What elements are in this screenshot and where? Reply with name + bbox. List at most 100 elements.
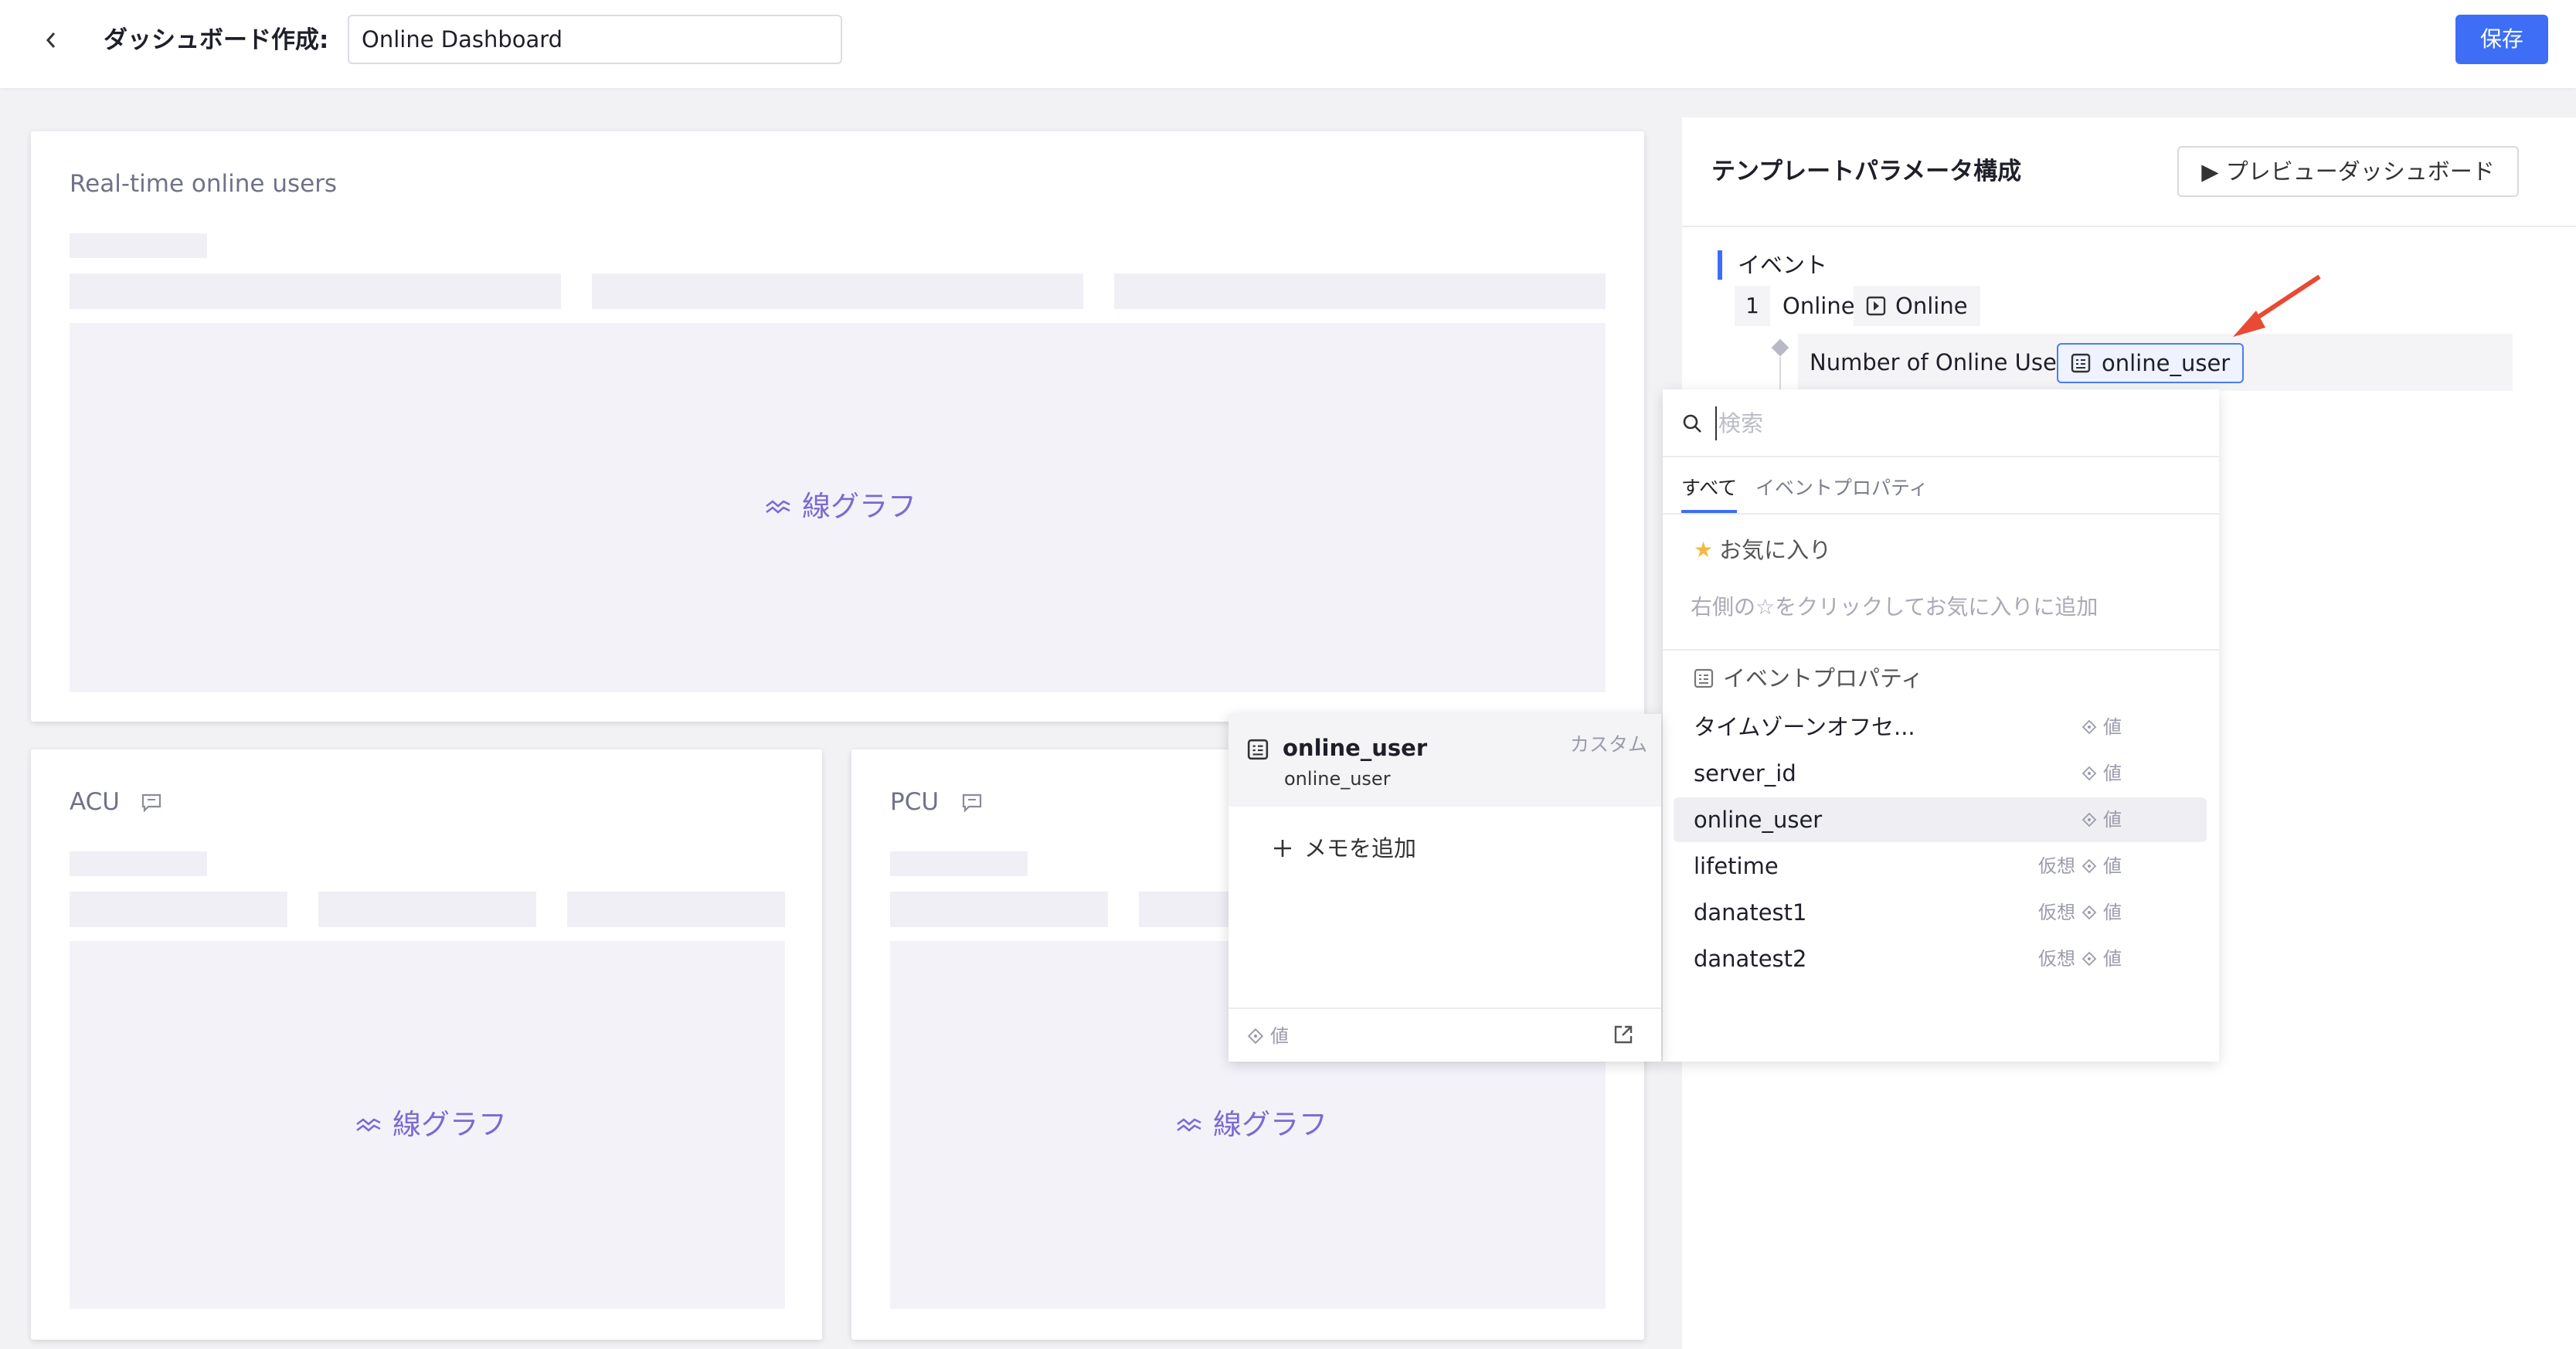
property-option[interactable]: danatest2 仮想 値 xyxy=(1674,936,2207,981)
play-icon: ▶ xyxy=(2201,158,2226,185)
property-option-tag: 仮想 xyxy=(2038,855,2075,877)
property-option-name: online_user xyxy=(1694,807,1823,833)
skeleton-bar xyxy=(890,851,1028,876)
page-title: ダッシュボード作成: xyxy=(104,26,329,54)
annotation-arrow-icon xyxy=(2233,274,2321,337)
divider xyxy=(1682,226,2576,227)
value-type: 値 xyxy=(1247,1020,1289,1052)
popover-property-name: online_user xyxy=(1283,735,1428,761)
value-type-icon xyxy=(2082,951,2097,967)
value-type: 値 xyxy=(2082,844,2122,889)
popover-footer: 値 xyxy=(1229,1008,1661,1062)
search-bar: 検索 xyxy=(1663,389,2219,457)
external-link-icon[interactable] xyxy=(1612,1023,1635,1046)
popover-badge: カスタム xyxy=(1570,733,1648,756)
line-chart-label: 線グラフ xyxy=(765,488,916,525)
value-type-icon xyxy=(2082,905,2097,920)
line-chart-icon xyxy=(1177,1118,1201,1132)
favorites-label: お気に入り xyxy=(1719,537,1832,563)
divider xyxy=(1663,513,2219,515)
tab-all[interactable]: すべて xyxy=(1681,467,1738,514)
property-option[interactable]: danatest1 仮想 値 xyxy=(1674,890,2207,935)
search-icon xyxy=(1683,414,1701,433)
property-option-tag: 仮想 xyxy=(2038,948,2075,970)
property-icon xyxy=(1694,668,1714,688)
event-tag-label: Online xyxy=(1895,293,1968,319)
star-icon: ★ xyxy=(1694,537,1714,562)
line-chart-label: 線グラフ xyxy=(355,1106,507,1143)
row-number: 1 xyxy=(1735,286,1770,326)
preview-dashboard-button[interactable]: ▶ プレビューダッシュボード xyxy=(2177,146,2519,197)
skeleton-bar xyxy=(70,233,207,258)
property-select[interactable]: online_user xyxy=(2057,343,2245,383)
skeleton-bar xyxy=(70,892,287,927)
property-option-name: server_id xyxy=(1694,760,1796,787)
chart-card-realtime: Real-time online users 線グラフ xyxy=(31,131,1644,722)
event-name: Online xyxy=(1782,293,1855,319)
property-detail-popover: online_user online_user カスタム メモを追加 値 xyxy=(1229,714,1661,1062)
property-icon xyxy=(2071,353,2091,373)
chart-card-title: Real-time online users xyxy=(70,170,338,198)
property-row: Number of Online Users online_user xyxy=(1798,334,2513,391)
skeleton-bar xyxy=(890,892,1108,927)
back-icon[interactable] xyxy=(37,23,65,57)
line-chart-icon xyxy=(766,500,790,514)
value-label: 値 xyxy=(2103,948,2122,970)
property-icon xyxy=(1247,739,1269,760)
property-select-value: online_user xyxy=(2102,350,2231,376)
popover-header: online_user online_user カスタム xyxy=(1229,714,1661,807)
favorites-hint: 右側の☆をクリックしてお気に入りに追加 xyxy=(1691,594,2099,620)
event-properties-header: イベントプロパティ xyxy=(1694,661,1923,695)
property-option-name: タイムゾーンオフセ... xyxy=(1694,714,1915,740)
value-type: 値 xyxy=(2082,936,2122,981)
skeleton-bar xyxy=(70,274,561,309)
property-label: Number of Online Users xyxy=(1810,349,2078,375)
skeleton-bar xyxy=(70,851,207,876)
skeleton-bar xyxy=(1114,274,1606,309)
property-option-name: lifetime xyxy=(1694,853,1779,879)
line-chart-text: 線グラフ xyxy=(393,1108,507,1141)
value-type-icon xyxy=(2082,858,2097,874)
value-type-icon xyxy=(2082,719,2097,735)
event-icon xyxy=(1866,296,1886,316)
value-label: 値 xyxy=(2103,716,2122,738)
value-label: 値 xyxy=(1270,1025,1289,1047)
property-option[interactable]: タイムゾーンオフセ... 値 xyxy=(1674,705,2207,749)
line-chart-icon xyxy=(356,1118,381,1132)
event-properties-label: イベントプロパティ xyxy=(1723,665,1924,691)
top-bar: ダッシュボード作成: Online Dashboard 保存 xyxy=(0,0,2576,88)
value-type: 値 xyxy=(2082,797,2122,842)
save-button[interactable]: 保存 xyxy=(2455,15,2548,64)
property-option-name: danatest1 xyxy=(1694,899,1807,926)
value-type: 値 xyxy=(2082,751,2122,796)
value-label: 値 xyxy=(2103,902,2122,923)
line-chart-text: 線グラフ xyxy=(802,490,916,523)
property-option-name: danatest2 xyxy=(1694,946,1807,972)
property-option-tag: 仮想 xyxy=(2038,902,2075,923)
section-label-event: イベント xyxy=(1718,250,1827,280)
property-option[interactable]: lifetime 仮想 値 xyxy=(1674,844,2207,889)
tree-node-icon xyxy=(1771,338,1789,357)
value-type: 値 xyxy=(2082,890,2122,935)
value-label: 値 xyxy=(2103,855,2122,877)
add-memo-button[interactable]: メモを追加 xyxy=(1272,831,1416,865)
panel-title: テンプレートパラメータ構成 xyxy=(1711,158,2022,185)
comment-icon[interactable] xyxy=(961,793,983,813)
dashboard-name-input[interactable]: Online Dashboard xyxy=(348,15,842,64)
value-type-icon xyxy=(1247,1028,1264,1045)
tree-line xyxy=(1779,357,1781,389)
search-input[interactable]: 検索 xyxy=(1715,406,1763,440)
property-dropdown: 検索 すべて イベントプロパティ ★ お気に入り 右側の☆をクリックしてお気に入… xyxy=(1663,389,2219,1062)
property-option-selected[interactable]: online_user 値 xyxy=(1674,797,2207,842)
skeleton-bar xyxy=(318,892,536,927)
tab-event-properties[interactable]: イベントプロパティ xyxy=(1755,467,1929,510)
event-tag[interactable]: Online xyxy=(1854,286,1980,326)
property-option[interactable]: server_id 値 xyxy=(1674,751,2207,796)
chart-card-title: ACU xyxy=(70,788,120,816)
value-label: 値 xyxy=(2103,763,2122,784)
comment-icon[interactable] xyxy=(141,793,162,813)
line-chart-label: 線グラフ xyxy=(1176,1106,1327,1143)
popover-property-id: online_user xyxy=(1284,768,1391,790)
add-memo-label: メモを追加 xyxy=(1304,835,1417,861)
skeleton-bar xyxy=(567,892,785,927)
